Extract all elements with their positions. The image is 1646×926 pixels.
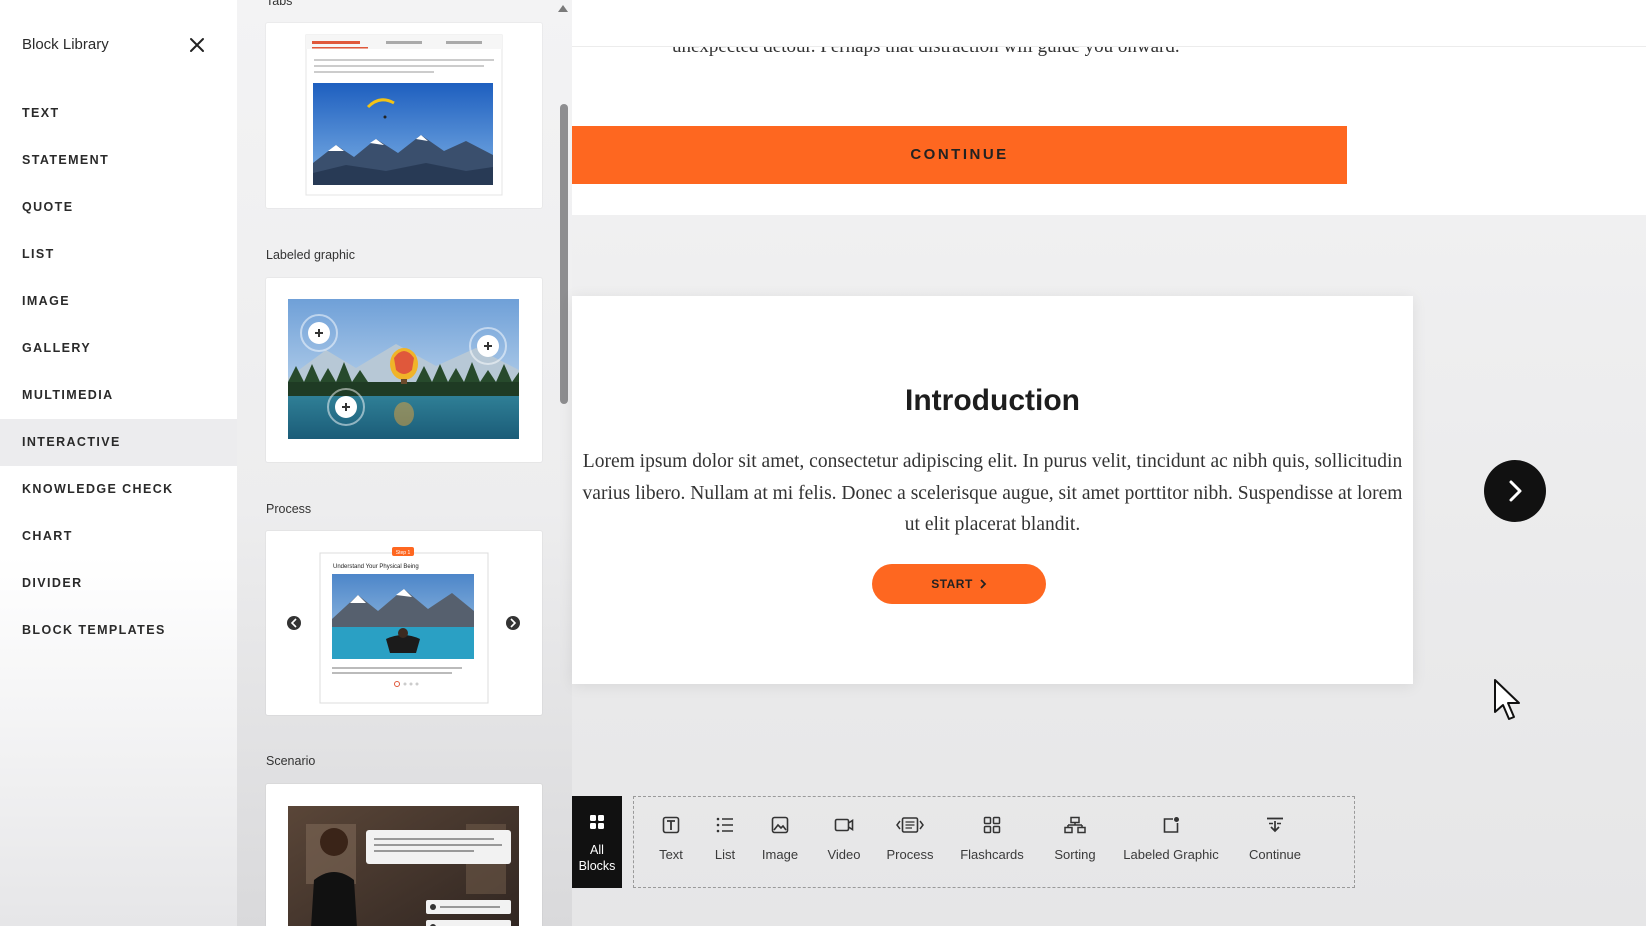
- all-blocks-button[interactable]: All Blocks: [572, 796, 622, 888]
- category-knowledge-check[interactable]: KNOWLEDGE CHECK: [0, 466, 237, 513]
- quick-sorting-label: Sorting: [1054, 847, 1096, 862]
- lesson-canvas: unexpected detour. Perhaps that distract…: [572, 0, 1646, 926]
- previous-text-block: unexpected detour. Perhaps that distract…: [572, 0, 1646, 215]
- continue-button[interactable]: CONTINUE: [572, 126, 1347, 184]
- image-icon: [771, 816, 789, 834]
- video-icon: [834, 818, 854, 832]
- section-label-process: Process: [266, 502, 312, 516]
- continue-icon: [1267, 817, 1283, 833]
- category-divider[interactable]: DIVIDER: [0, 560, 237, 607]
- category-image[interactable]: IMAGE: [0, 278, 237, 325]
- sorting-icon: [1064, 816, 1086, 834]
- process-thumb-title: Understand Your Physical Being: [333, 564, 419, 570]
- preview-scrollbar-thumb[interactable]: [560, 104, 568, 404]
- close-button[interactable]: [186, 34, 208, 56]
- category-chart[interactable]: CHART: [0, 513, 237, 560]
- category-text[interactable]: TEXT: [0, 90, 237, 137]
- grid-icon: [590, 815, 604, 829]
- quick-text-block-button[interactable]: Text: [648, 797, 694, 887]
- quick-image-label: Image: [761, 847, 799, 862]
- chevron-right-icon: [980, 579, 987, 589]
- quick-labeled-graphic-block-button[interactable]: Labeled Graphic: [1118, 797, 1224, 887]
- category-interactive[interactable]: INTERACTIVE: [0, 419, 237, 466]
- text-clip-edge: [572, 0, 1646, 47]
- process-block-thumbnail[interactable]: Step 1 Understand Your Physical Being: [266, 531, 542, 715]
- block-library-sidebar: Block Library TEXT STATEMENT QUOTE LIST …: [0, 0, 237, 926]
- category-quote[interactable]: QUOTE: [0, 184, 237, 231]
- process-thumb-badge: Step 1: [396, 550, 411, 556]
- section-label-tabs: Tabs: [266, 0, 293, 8]
- quick-flashcards-block-button[interactable]: Flashcards: [954, 797, 1030, 887]
- quick-insert-toolbar: Text List Image Video Process Flashcards…: [633, 796, 1355, 888]
- quick-labeled-graphic-label: Labeled Graphic: [1123, 847, 1219, 862]
- quick-process-block-button[interactable]: Process: [882, 797, 938, 887]
- tabs-preview-image: [305, 34, 503, 196]
- tabs-block-thumbnail[interactable]: [266, 23, 542, 208]
- section-label-scenario: Scenario: [266, 754, 316, 768]
- category-list-item[interactable]: LIST: [0, 231, 237, 278]
- quick-flashcards-label: Flashcards: [960, 847, 1024, 862]
- quick-image-block-button[interactable]: Image: [754, 797, 806, 887]
- quick-process-label: Process: [886, 847, 934, 862]
- category-gallery[interactable]: GALLERY: [0, 325, 237, 372]
- all-blocks-label: All Blocks: [578, 843, 616, 873]
- labeled-graphic-icon: [1163, 817, 1179, 833]
- category-statement[interactable]: STATEMENT: [0, 137, 237, 184]
- close-icon: [190, 38, 204, 52]
- section-label-labeled-graphic: Labeled graphic: [266, 248, 355, 262]
- block-library-title: Block Library: [22, 36, 109, 53]
- quick-video-label: Video: [827, 847, 861, 862]
- category-multimedia[interactable]: MULTIMEDIA: [0, 372, 237, 419]
- scenario-preview-image: [288, 806, 519, 926]
- list-icon: [716, 817, 733, 833]
- labeled-graphic-preview-image: [288, 299, 519, 439]
- quick-continue-label: Continue: [1248, 847, 1302, 862]
- process-icon: [896, 817, 924, 833]
- text-block-icon: [662, 816, 680, 834]
- labeled-graphic-block-thumbnail[interactable]: [266, 278, 542, 462]
- quick-text-label: Text: [659, 847, 683, 862]
- introduction-body: Lorem ipsum dolor sit amet, consectetur …: [582, 451, 1403, 535]
- quick-list-label: List: [714, 847, 736, 862]
- category-list: TEXT STATEMENT QUOTE LIST IMAGE GALLERY …: [0, 90, 237, 654]
- flashcards-icon: [983, 816, 1001, 834]
- quick-video-block-button[interactable]: Video: [818, 797, 870, 887]
- start-button-label: START: [931, 577, 973, 591]
- scroll-up-arrow-icon[interactable]: [558, 5, 568, 12]
- introduction-title: Introduction: [905, 384, 1080, 417]
- start-button[interactable]: START: [872, 564, 1046, 604]
- mouse-pointer-icon: [1494, 679, 1520, 720]
- scenario-block-thumbnail[interactable]: [266, 784, 542, 926]
- next-slide-button[interactable]: [1484, 460, 1546, 522]
- process-preview-image: Step 1 Understand Your Physical Being: [287, 547, 520, 704]
- block-preview-panel: Tabs Labeled graphic Process Step 1 Unde…: [237, 0, 572, 926]
- quick-list-block-button[interactable]: List: [702, 797, 748, 887]
- chevron-right-icon: [1509, 480, 1522, 502]
- category-block-templates[interactable]: BLOCK TEMPLATES: [0, 607, 237, 654]
- quick-continue-block-button[interactable]: Continue: [1238, 797, 1312, 887]
- quick-sorting-block-button[interactable]: Sorting: [1044, 797, 1106, 887]
- introduction-block[interactable]: Introduction Lorem ipsum dolor sit amet,…: [572, 296, 1413, 684]
